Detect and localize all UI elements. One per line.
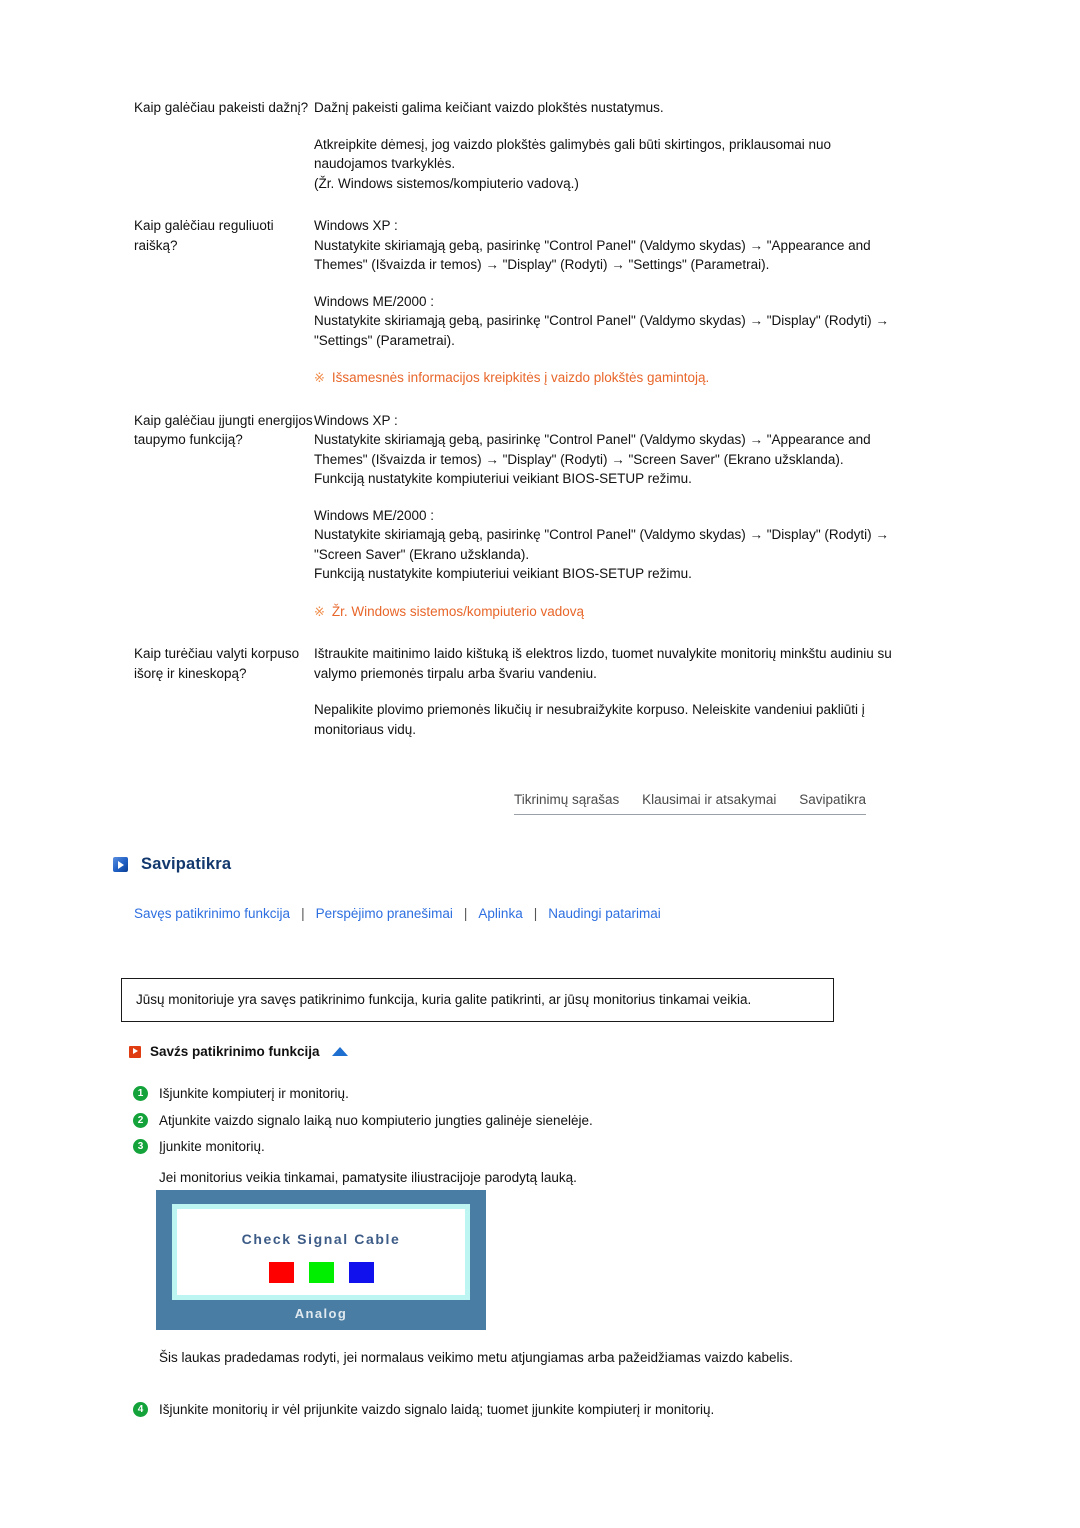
faq-question: Kaip turėčiau valyti korpuso išorę ir ki… (134, 646, 300, 681)
page-title: Savipatikra (141, 855, 232, 873)
step-text: Atjunkite vaizdo signalo laiką nuo kompi… (159, 1112, 593, 1128)
steps-list: 1 Išjunkite kompiuterį ir monitorių. 2 A… (133, 1084, 853, 1187)
faq-note-text: Žr. Windows sistemos/kompiuterio vadovą (331, 603, 584, 619)
table-row: Kaip turėčiau valyti korpuso išorę ir ki… (134, 644, 894, 739)
link-warning-messages[interactable]: Perspėjimo pranešimai (316, 906, 453, 921)
faq-table: Kaip galėčiau pakeisti dažnį? Dažnį pake… (134, 98, 894, 739)
link-separator: | (533, 906, 538, 921)
table-row: Kaip galėčiau reguliuoti raišką? Windows… (134, 216, 894, 388)
steps-note: Jei monitorius veikia tinkamai, pamatysi… (159, 1170, 577, 1185)
faq-answer-paragraph: Ištraukite maitinimo laido kištuką iš el… (314, 646, 892, 681)
faq-answer-paragraph: Windows ME/2000 : Nustatykite skiriamąją… (314, 293, 889, 348)
faq-question: Kaip galėčiau pakeisti dažnį? (134, 100, 309, 115)
faq-question: Kaip galėčiau įjungti energijos taupymo … (134, 412, 313, 448)
blue-swatch (348, 1262, 374, 1283)
faq-answer-paragraph: Windows ME/2000 : Nustatykite skiriamąją… (314, 507, 889, 582)
subsection-heading: Savźs patikrinimo funkcija (129, 1044, 348, 1059)
faq-answer-paragraph: Nepalikite plovimo priemonės likučių ir … (314, 702, 865, 737)
faq-answer: Windows XP : Nustatykite skiriamąją gebą… (314, 411, 894, 622)
row-spacer (134, 388, 894, 411)
table-row: Kaip galėčiau pakeisti dažnį? Dažnį pake… (134, 98, 894, 193)
link-environment[interactable]: Aplinka (478, 906, 522, 921)
faq-note: ※ Išsamesnės informacijos kreipkitės į v… (314, 368, 894, 388)
row-spacer (134, 193, 894, 216)
monitor-illustration: Check Signal Cable Analog (156, 1190, 486, 1330)
tab-checklist[interactable]: Tikrinimų sąrašas (514, 792, 619, 807)
tab-questions-and-answers[interactable]: Klausimai ir atsakymai (642, 792, 776, 807)
link-self-test-function[interactable]: Savęs patikrinimo funkcija (134, 906, 290, 921)
step-number-badge: 3 (133, 1139, 148, 1154)
sub-navigation-links: Savęs patikrinimo funkcija | Perspėjimo … (134, 906, 661, 921)
step-number-badge: 2 (133, 1112, 148, 1128)
faq-answer: Windows XP : Nustatykite skiriamąją gebą… (314, 216, 894, 388)
asterisk-note-icon: ※ (314, 370, 325, 385)
list-item: 3 Įjunkite monitorių. (133, 1137, 853, 1156)
asterisk-note-icon: ※ (314, 603, 325, 619)
tab-navigation: Tikrinimų sąrašas Klausimai ir atsakymai… (514, 792, 866, 815)
red-swatch (268, 1262, 294, 1283)
table-row: Kaip galėčiau įjungti energijos taupymo … (134, 411, 894, 622)
color-swatches (177, 1262, 465, 1283)
green-swatch (308, 1262, 334, 1283)
check-signal-cable-text: Check Signal Cable (241, 1231, 401, 1247)
blue-play-icon (113, 857, 128, 872)
monitor-screen: Check Signal Cable (172, 1204, 470, 1300)
faq-answer-paragraph: Windows XP : Nustatykite skiriamąją gebą… (314, 412, 871, 487)
faq-answer-paragraph: Windows XP : Nustatykite skiriamąją gebą… (314, 218, 871, 272)
faq-note: ※ Žr. Windows sistemos/kompiuterio vadov… (314, 602, 894, 622)
step-text: Išjunkite monitorių ir vėl prijunkite va… (159, 1402, 715, 1417)
tail-paragraph: Šis laukas pradedamas rodyti, jei normal… (159, 1350, 794, 1365)
orange-play-icon (129, 1045, 141, 1058)
faq-answer: Dažnį pakeisti galima keičiant vaizdo pl… (314, 98, 894, 193)
list-item: 2 Atjunkite vaizdo signalo laiką nuo kom… (133, 1111, 853, 1130)
step-number-badge: 4 (133, 1402, 148, 1417)
step-number-badge: 1 (133, 1086, 148, 1101)
link-separator: | (301, 906, 305, 921)
link-useful-tips[interactable]: Naudingi patarimai (548, 906, 661, 921)
section-heading: Savipatikra (113, 855, 231, 874)
tab-self-test[interactable]: Savipatikra (799, 792, 866, 807)
faq-answer: Ištraukite maitinimo laido kištuką iš el… (314, 644, 894, 739)
faq-answer-paragraph: Dažnį pakeisti galima keičiant vaizdo pl… (314, 100, 664, 115)
list-item: 4 Išjunkite monitorių ir vėl prijunkite … (133, 1400, 873, 1419)
up-triangle-icon[interactable] (331, 1047, 348, 1056)
step-text: Išjunkite kompiuterį ir monitorių. (159, 1086, 349, 1101)
step-text: Įjunkite monitorių. (159, 1139, 265, 1154)
row-spacer (134, 621, 894, 644)
monitor-mode-label: Analog (294, 1306, 348, 1321)
link-separator: | (463, 906, 468, 921)
list-item: 1 Išjunkite kompiuterį ir monitorių. (133, 1084, 853, 1103)
subsection-title: Savźs patikrinimo funkcija (150, 1044, 320, 1059)
faq-note-text: Išsamesnės informacijos kreipkitės į vai… (331, 370, 710, 385)
faq-answer-paragraph: Atkreipkite dėmesį, jog vaizdo plokštės … (314, 136, 831, 191)
faq-question: Kaip galėčiau reguliuoti raišką? (134, 218, 274, 253)
info-box: Jūsų monitoriuje yra savęs patikrinimo f… (121, 978, 834, 1022)
